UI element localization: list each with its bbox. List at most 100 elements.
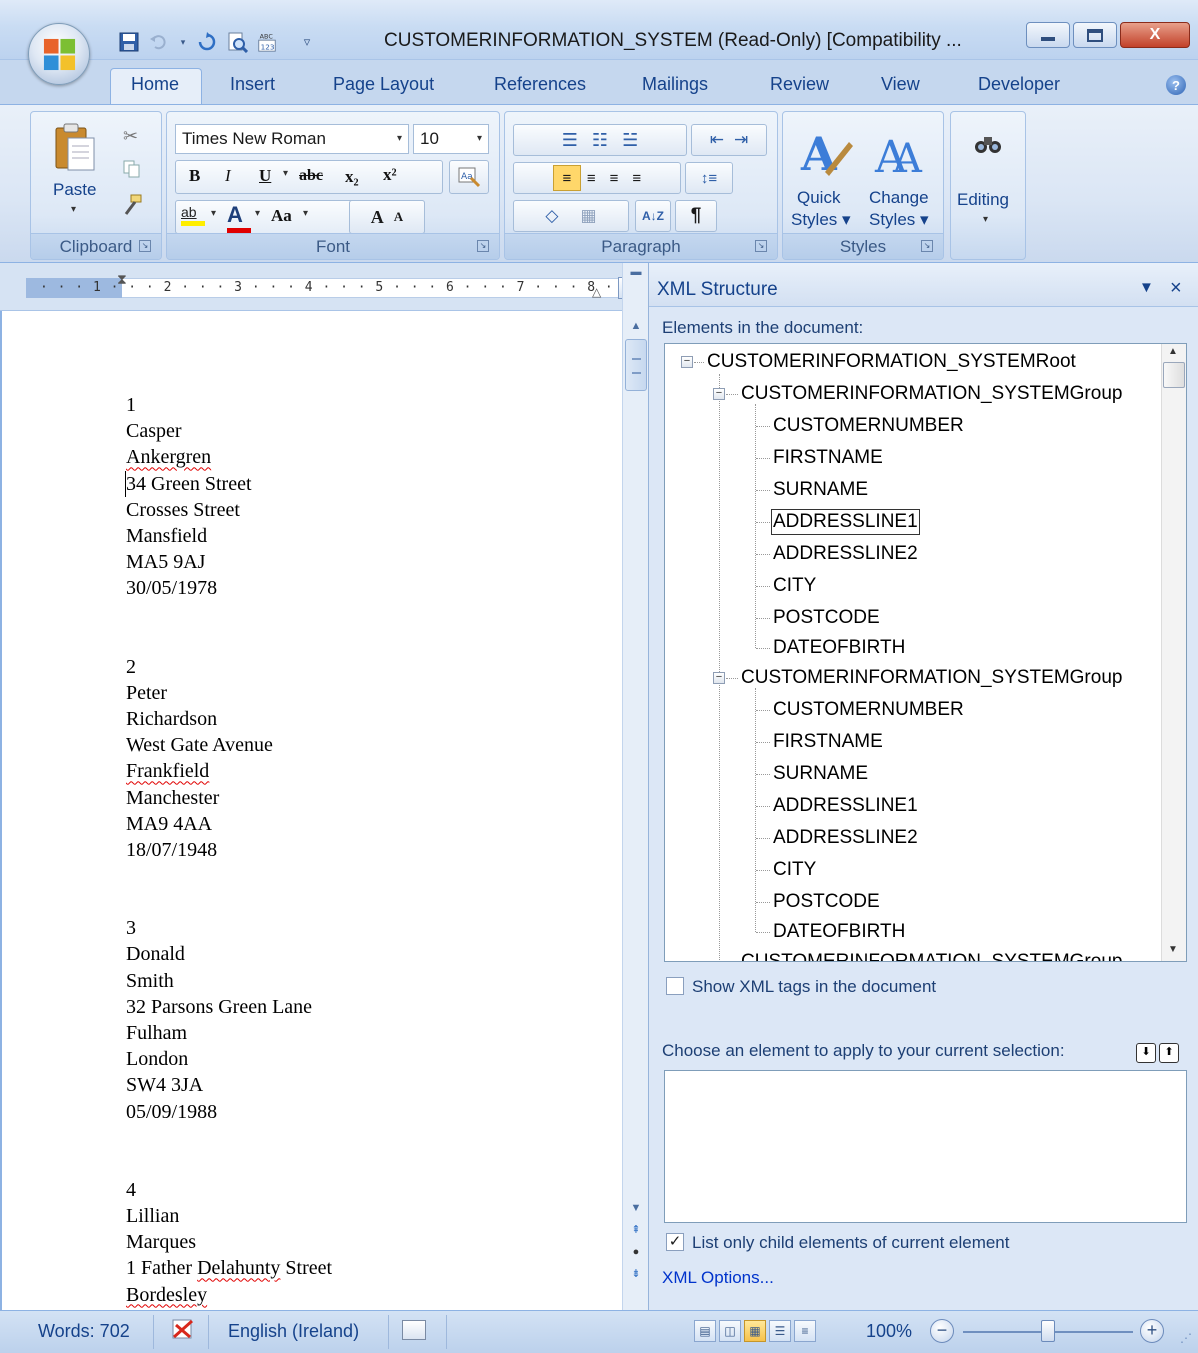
- element-list-box[interactable]: [664, 1070, 1187, 1223]
- previous-page-icon[interactable]: ⇞: [627, 1223, 645, 1237]
- move-down-button[interactable]: ⬇: [1136, 1043, 1156, 1063]
- document-page[interactable]: 1 Casper Ankergren 34 Green Street Cross…: [0, 311, 622, 1310]
- tree-node-group-partial[interactable]: CUSTOMERINFORMATION_SYSTEMGroup: [741, 950, 1122, 961]
- highlight-button[interactable]: ab: [181, 204, 205, 226]
- pane-options-icon[interactable]: ▼: [1139, 279, 1154, 296]
- tab-review[interactable]: Review: [770, 74, 829, 95]
- tree-node-root[interactable]: CUSTOMERINFORMATION_SYSTEMRoot: [707, 350, 1076, 374]
- split-bar-icon[interactable]: ▬: [627, 265, 645, 279]
- copy-icon[interactable]: [123, 160, 140, 178]
- collapse-icon[interactable]: −: [713, 672, 725, 684]
- print-layout-view-icon[interactable]: ▤: [694, 1320, 716, 1342]
- tree-node-postcode[interactable]: POSTCODE: [773, 606, 880, 630]
- quick-styles-button[interactable]: A Quick Styles ▾: [787, 118, 863, 230]
- tree-node-postcode[interactable]: POSTCODE: [773, 890, 880, 914]
- outline-view-icon[interactable]: ☰: [769, 1320, 791, 1342]
- format-painter-icon[interactable]: [121, 194, 143, 219]
- scroll-up-icon[interactable]: ▲: [1168, 346, 1178, 357]
- scroll-thumb[interactable]: [625, 339, 647, 391]
- paragraph-launcher-icon[interactable]: ↘: [755, 240, 767, 252]
- font-size-combo[interactable]: 10 ▾: [413, 124, 489, 154]
- tree-node-surname[interactable]: SURNAME: [773, 478, 868, 502]
- office-button[interactable]: [28, 23, 90, 85]
- change-case-dropdown-icon[interactable]: ▾: [303, 208, 308, 219]
- bullets-icon[interactable]: ☰: [562, 130, 578, 151]
- tree-scroll-thumb[interactable]: [1163, 362, 1185, 388]
- draft-view-icon[interactable]: ≡: [794, 1320, 816, 1342]
- font-name-combo[interactable]: Times New Roman ▾: [175, 124, 409, 154]
- spelling-icon[interactable]: ABC 123: [256, 31, 278, 53]
- numbering-icon[interactable]: ☷: [592, 130, 608, 151]
- xml-elements-tree[interactable]: − CUSTOMERINFORMATION_SYSTEMRoot − CUSTO…: [664, 343, 1187, 962]
- scroll-up-icon[interactable]: ▲: [627, 319, 645, 333]
- save-icon[interactable]: [118, 31, 140, 53]
- indent-marker-icon[interactable]: ⧗: [117, 272, 127, 286]
- maximize-button[interactable]: [1073, 22, 1117, 48]
- font-launcher-icon[interactable]: ↘: [477, 240, 489, 252]
- tree-node-customernumber[interactable]: CUSTOMERNUMBER: [773, 698, 964, 722]
- tree-node-city[interactable]: CITY: [773, 858, 816, 882]
- tree-node-group[interactable]: CUSTOMERINFORMATION_SYSTEMGroup: [741, 382, 1122, 406]
- editing-button[interactable]: Editing ▾: [957, 120, 1019, 230]
- font-color-button[interactable]: A: [227, 202, 251, 233]
- underline-dropdown-icon[interactable]: ▾: [283, 168, 288, 179]
- tree-scrollbar[interactable]: ▲ ▼: [1161, 344, 1186, 961]
- styles-launcher-icon[interactable]: ↘: [921, 240, 933, 252]
- xml-options-link[interactable]: XML Options...: [662, 1268, 774, 1288]
- show-xml-tags-checkbox[interactable]: [666, 977, 684, 995]
- zoom-in-icon[interactable]: +: [1140, 1319, 1164, 1343]
- cut-icon[interactable]: ✂: [123, 126, 138, 147]
- customize-icon[interactable]: ▾: [178, 31, 188, 53]
- qat-separator-icon[interactable]: ▿: [296, 31, 318, 53]
- increase-indent-icon[interactable]: ⇥: [734, 130, 748, 150]
- tab-mailings[interactable]: Mailings: [642, 74, 708, 95]
- tree-node-addressline2[interactable]: ADDRESSLINE2: [773, 542, 918, 566]
- minimize-button[interactable]: [1026, 22, 1070, 48]
- tab-developer[interactable]: Developer: [978, 74, 1060, 95]
- underline-button[interactable]: U: [259, 166, 271, 186]
- bold-button[interactable]: B: [189, 166, 200, 186]
- multilevel-list-icon[interactable]: ☱: [622, 130, 638, 151]
- help-icon[interactable]: ?: [1166, 75, 1186, 95]
- borders-icon[interactable]: ▦: [581, 206, 597, 226]
- clipboard-launcher-icon[interactable]: ↘: [139, 240, 151, 252]
- tab-page-layout[interactable]: Page Layout: [333, 74, 434, 95]
- italic-button[interactable]: I: [225, 166, 231, 186]
- justify-icon[interactable]: ≡: [632, 170, 641, 187]
- proofing-icon[interactable]: [170, 1317, 196, 1346]
- tab-references[interactable]: References: [494, 74, 586, 95]
- scroll-down-icon[interactable]: ▼: [627, 1201, 645, 1215]
- resize-grip-icon[interactable]: ⋰: [1180, 1331, 1192, 1345]
- tree-node-customernumber[interactable]: CUSTOMERNUMBER: [773, 414, 964, 438]
- tab-insert[interactable]: Insert: [230, 74, 275, 95]
- zoom-slider-thumb[interactable]: [1041, 1320, 1055, 1342]
- shrink-font-button[interactable]: A: [394, 209, 403, 225]
- collapse-icon[interactable]: −: [681, 356, 693, 368]
- redo-icon[interactable]: [196, 31, 218, 53]
- language-indicator[interactable]: English (Ireland): [228, 1321, 359, 1342]
- tree-node-firstname[interactable]: FIRSTNAME: [773, 730, 883, 754]
- tab-home[interactable]: Home: [131, 74, 179, 95]
- full-screen-reading-icon[interactable]: ◫: [719, 1320, 741, 1342]
- macro-recording-icon[interactable]: [402, 1320, 426, 1340]
- grow-font-button[interactable]: A: [371, 207, 384, 228]
- change-case-button[interactable]: Aa: [271, 206, 292, 226]
- print-preview-icon[interactable]: [226, 31, 248, 53]
- line-spacing-button[interactable]: ↕≡: [685, 162, 733, 194]
- close-button[interactable]: X: [1120, 22, 1190, 48]
- highlight-dropdown-icon[interactable]: ▾: [211, 208, 216, 219]
- tree-node-city[interactable]: CITY: [773, 574, 816, 598]
- close-pane-icon[interactable]: ×: [1170, 277, 1182, 300]
- tree-node-group[interactable]: CUSTOMERINFORMATION_SYSTEMGroup: [741, 666, 1122, 690]
- list-child-elements-checkbox[interactable]: ✓: [666, 1233, 684, 1251]
- change-styles-button[interactable]: A A Change Styles ▾: [865, 118, 941, 230]
- browse-object-icon[interactable]: ●: [627, 1245, 645, 1259]
- scroll-down-icon[interactable]: ▼: [1168, 944, 1178, 955]
- tree-node-addressline2[interactable]: ADDRESSLINE2: [773, 826, 918, 850]
- undo-icon[interactable]: [148, 31, 170, 53]
- align-left-icon[interactable]: ≡: [552, 165, 581, 191]
- tab-view[interactable]: View: [881, 74, 920, 95]
- horizontal-ruler[interactable]: · · · 1 · · · 2 · · · 3 · · · 4 · · · 5 …: [0, 263, 648, 311]
- shading-icon[interactable]: ◇: [545, 206, 558, 226]
- next-page-icon[interactable]: ⇟: [627, 1267, 645, 1281]
